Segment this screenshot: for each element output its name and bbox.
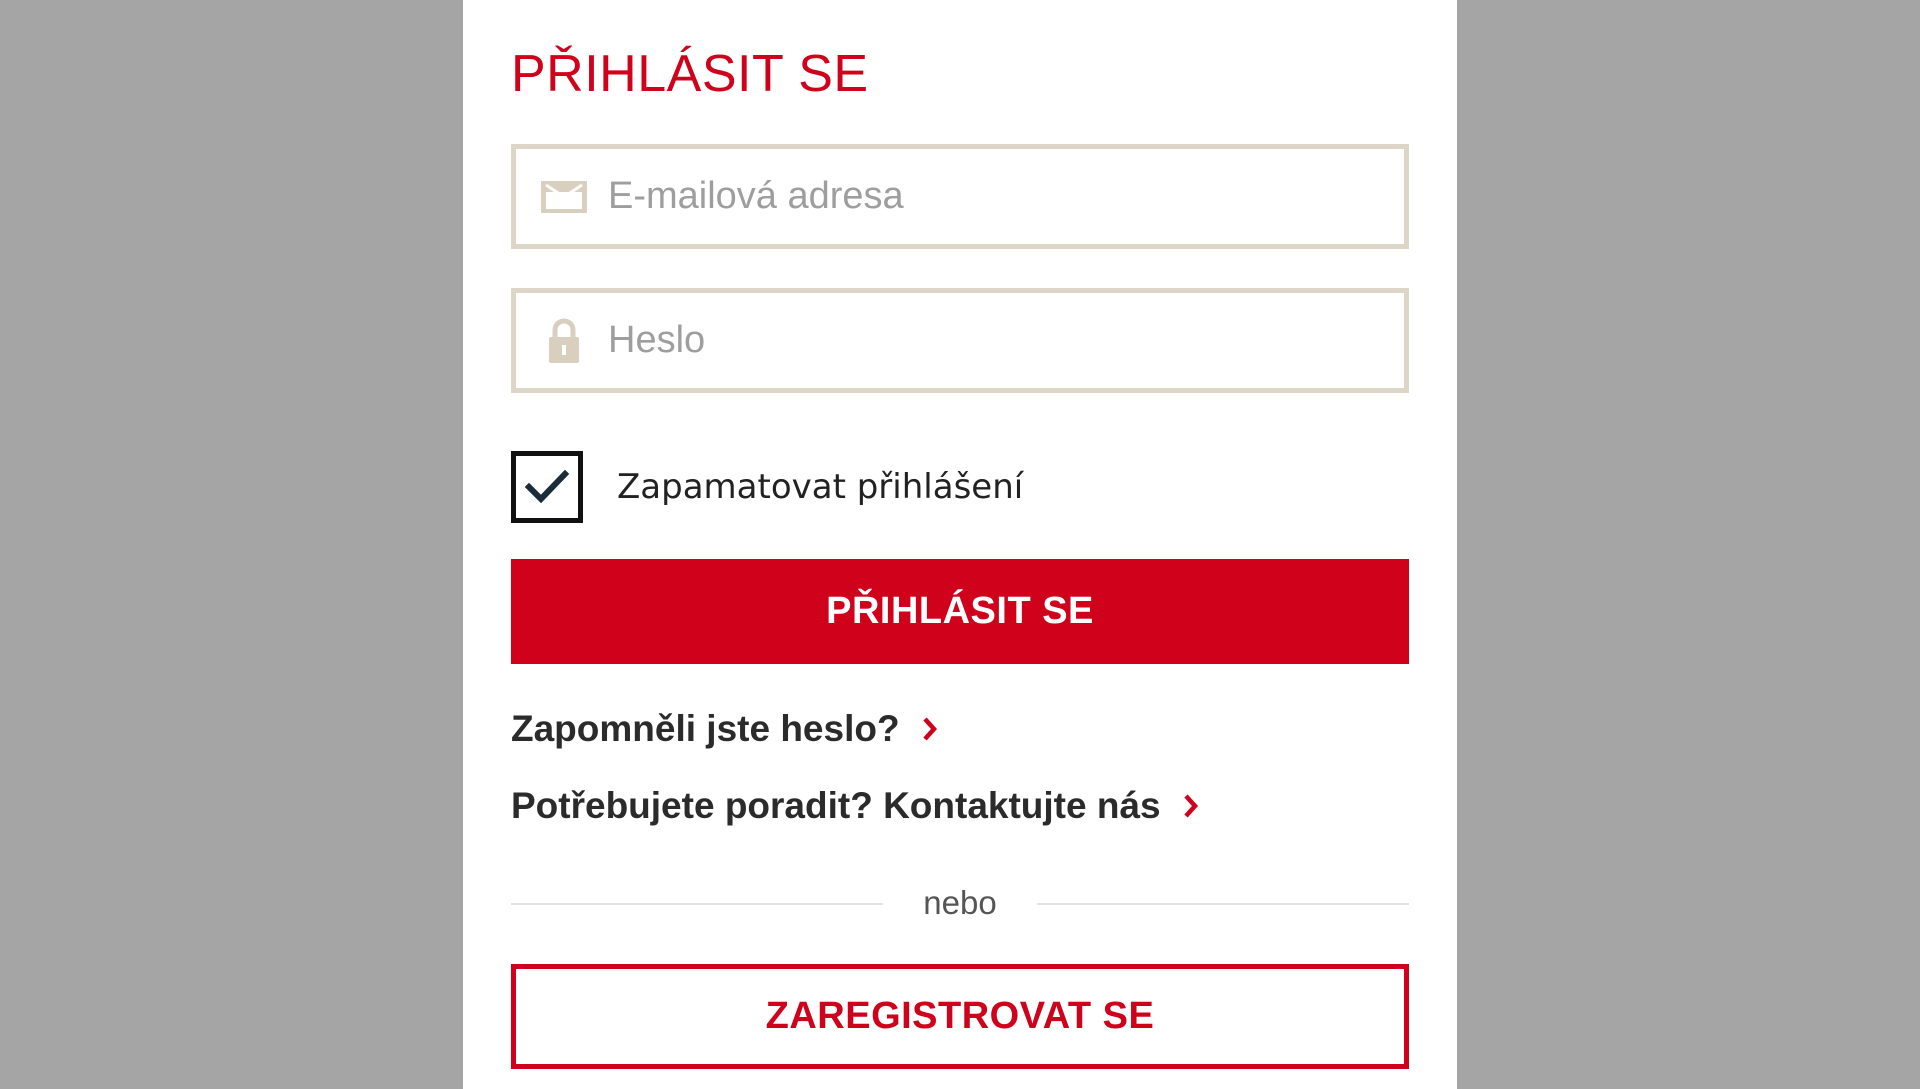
remember-me[interactable]: Zapamatovat přihlášení xyxy=(511,451,1023,523)
register-button[interactable]: ZAREGISTROVAT SE xyxy=(511,964,1409,1069)
login-panel: PŘIHLÁSIT SE E-mailová adresa Zapamatova… xyxy=(463,0,1457,1089)
chevron-right-icon xyxy=(1183,793,1199,819)
divider-line-right xyxy=(1037,903,1409,905)
lock-icon xyxy=(540,317,588,365)
email-field-wrapper xyxy=(511,144,1409,249)
forgot-password-label: Zapomněli jste heslo? xyxy=(511,708,900,749)
login-button[interactable]: PŘIHLÁSIT SE xyxy=(511,559,1409,664)
envelope-icon xyxy=(540,173,588,221)
checkmark-icon xyxy=(524,469,570,504)
chevron-right-icon xyxy=(922,716,938,742)
forgot-password-link[interactable]: Zapomněli jste heslo? xyxy=(511,708,938,750)
password-field-wrapper xyxy=(511,288,1409,393)
email-field[interactable] xyxy=(608,149,1388,244)
remember-checkbox[interactable] xyxy=(511,451,583,523)
contact-us-link[interactable]: Potřebujete poradit? Kontaktujte nás xyxy=(511,785,1199,827)
remember-label: Zapamatovat přihlášení xyxy=(617,467,1024,507)
password-field[interactable] xyxy=(608,293,1388,388)
contact-us-label: Potřebujete poradit? Kontaktujte nás xyxy=(511,785,1161,826)
or-divider: nebo xyxy=(511,880,1409,926)
page-title: PŘIHLÁSIT SE xyxy=(511,45,869,103)
